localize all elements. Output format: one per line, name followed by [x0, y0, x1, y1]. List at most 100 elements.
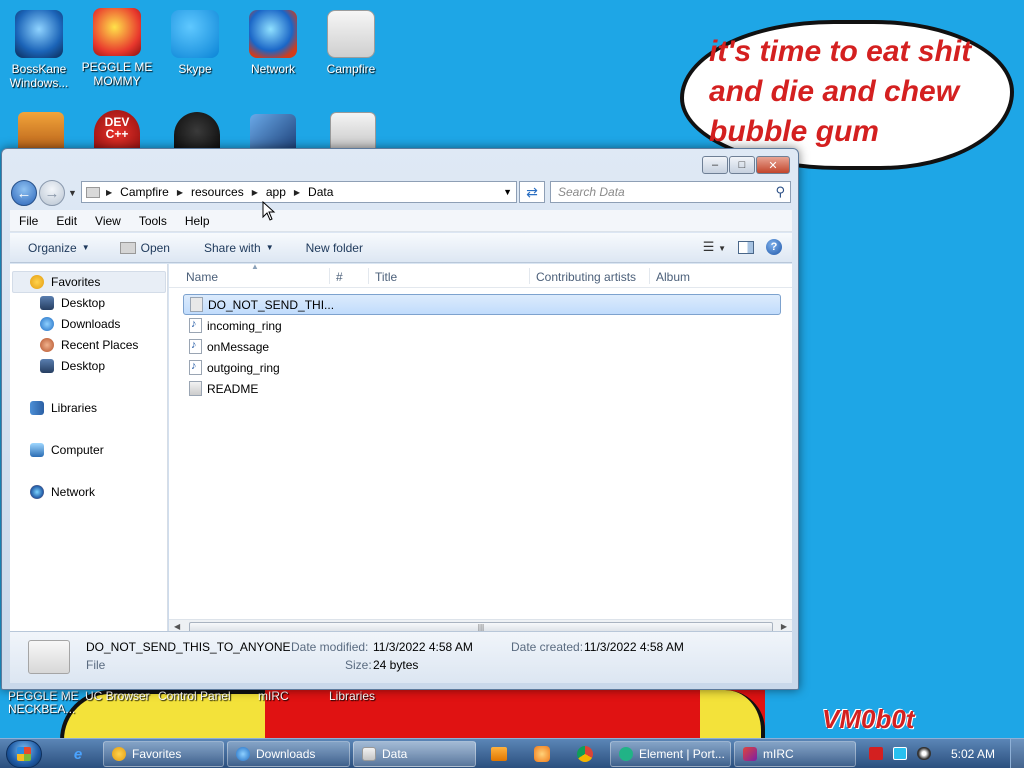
desktop-icon-skype[interactable]: Skype — [156, 10, 234, 76]
volume-tray-icon[interactable] — [917, 747, 931, 760]
column-contributing-artists[interactable]: Contributing artists — [536, 270, 636, 284]
flag-tray-icon[interactable] — [869, 747, 883, 760]
breadcrumb-resources[interactable]: resources — [191, 185, 244, 199]
desktop-icon-label[interactable]: UC Browser — [85, 690, 150, 703]
file-row[interactable]: DO_NOT_SEND_THI... — [183, 294, 781, 315]
recent-pages-dropdown[interactable]: ▼ — [68, 188, 77, 198]
file-row[interactable]: incoming_ring — [183, 315, 781, 336]
game-icon[interactable] — [18, 112, 64, 150]
monitor-icon[interactable] — [250, 114, 296, 152]
column-divider[interactable] — [529, 268, 530, 284]
column-divider[interactable] — [368, 268, 369, 284]
taskbar-label: mIRC — [763, 747, 794, 761]
display-tray-icon[interactable] — [893, 747, 907, 760]
taskbar-button-mirc[interactable]: mIRC — [734, 741, 856, 767]
chevron-right-icon[interactable]: ▶ — [294, 188, 300, 197]
desktop-icon-label[interactable]: Control Panel — [158, 690, 231, 703]
desktop-icon-label[interactable]: Libraries — [329, 690, 375, 703]
column-number[interactable]: # — [336, 270, 343, 284]
file-name: onMessage — [207, 339, 270, 354]
new-folder-button[interactable]: New folder — [284, 241, 373, 255]
chevron-right-icon[interactable]: ▶ — [252, 188, 258, 197]
desktop-icon-label[interactable]: mIRC — [258, 690, 289, 703]
close-button[interactable]: ✕ — [756, 156, 790, 174]
desktop-icon-bosskane[interactable]: BossKane Windows... — [0, 10, 78, 90]
dev-cpp-icon[interactable]: DEV C++ — [94, 110, 140, 148]
menu-edit[interactable]: Edit — [47, 214, 86, 228]
desktop-icon-label[interactable]: PEGGLE ME NECKBEA... — [8, 690, 79, 716]
nav-favorites[interactable]: Favorites — [30, 272, 100, 292]
help-icon[interactable]: ? — [766, 239, 782, 255]
column-name[interactable]: Name — [186, 270, 218, 284]
nav-desktop[interactable]: Desktop — [40, 293, 105, 313]
desktop-icon-label: Network — [250, 62, 295, 76]
maximize-button[interactable]: □ — [729, 156, 755, 174]
file-list: ▲ Name # Title Contributing artists Albu… — [169, 262, 792, 636]
column-divider[interactable] — [329, 268, 330, 284]
star-icon — [30, 275, 44, 289]
share-with-button[interactable]: Share with ▼ — [180, 241, 284, 255]
desktop-icon-label: PEGGLE ME MOMMY — [81, 60, 153, 88]
menu-help[interactable]: Help — [176, 214, 219, 228]
document-icon[interactable] — [330, 112, 376, 150]
media-player-icon[interactable] — [489, 744, 509, 764]
search-box[interactable]: ⚲ — [550, 181, 791, 203]
menu-file[interactable]: File — [10, 214, 47, 228]
file-row[interactable]: onMessage — [183, 336, 781, 357]
nav-network[interactable]: Network — [30, 482, 95, 502]
nav-computer[interactable]: Computer — [30, 440, 104, 460]
file-row[interactable]: README — [183, 378, 781, 399]
clock[interactable]: 5:02 AM — [951, 747, 995, 761]
address-bar[interactable]: ▶ Campfire ▶ resources ▶ app ▶ Data ▼ — [81, 181, 517, 203]
show-desktop-button[interactable] — [1010, 739, 1024, 768]
breadcrumb-campfire[interactable]: Campfire — [120, 185, 169, 199]
change-view-icon[interactable]: ☰ ▼ — [703, 239, 726, 255]
file-row[interactable]: outgoing_ring — [183, 357, 781, 378]
preview-pane-icon[interactable] — [738, 240, 754, 254]
menu-view[interactable]: View — [86, 214, 130, 228]
nav-recent-places[interactable]: Recent Places — [40, 335, 138, 355]
details-type: File — [86, 658, 106, 672]
file-thumbnail-icon — [28, 640, 70, 674]
breadcrumb-app[interactable]: app — [266, 185, 286, 199]
forward-button[interactable]: → — [39, 180, 65, 206]
open-label: Open — [140, 240, 170, 255]
back-button[interactable]: ← — [11, 180, 37, 206]
column-album[interactable]: Album — [656, 270, 690, 284]
taskbar-button-downloads[interactable]: Downloads — [227, 741, 350, 767]
menu-tools[interactable]: Tools — [130, 214, 176, 228]
refresh-button[interactable]: ⇄ — [519, 181, 545, 203]
chrome-icon[interactable] — [575, 744, 595, 764]
nav-downloads[interactable]: Downloads — [40, 314, 120, 334]
internet-explorer-icon[interactable]: e — [68, 744, 88, 764]
taskbar-button-favorites[interactable]: Favorites — [103, 741, 224, 767]
minimize-button[interactable]: – — [702, 156, 728, 174]
libraries-icon — [30, 401, 44, 415]
network-icon — [30, 485, 44, 499]
column-divider[interactable] — [649, 268, 650, 284]
taskbar-button-element[interactable]: Element | Port... — [610, 741, 731, 767]
search-icon[interactable]: ⚲ — [775, 184, 785, 200]
nav-libraries[interactable]: Libraries — [30, 398, 97, 418]
taskbar-button-data[interactable]: Data — [353, 741, 476, 767]
scroll-left-icon[interactable]: ◀ — [174, 622, 180, 631]
dark-app-icon[interactable] — [174, 112, 220, 150]
desktop-icon-label: Campfire — [326, 62, 376, 76]
chevron-right-icon[interactable]: ▶ — [177, 188, 183, 197]
chevron-down-icon[interactable]: ▼ — [503, 187, 512, 197]
taskbar: e Favorites Downloads Data Element | Por… — [0, 738, 1024, 768]
nav-desktop-2[interactable]: Desktop — [40, 356, 105, 376]
column-title[interactable]: Title — [375, 270, 397, 284]
scroll-right-icon[interactable]: ▶ — [781, 622, 787, 631]
breadcrumb-data[interactable]: Data — [308, 185, 333, 199]
desktop-icon-network[interactable]: Network — [234, 10, 312, 76]
uc-browser-icon[interactable] — [532, 744, 552, 764]
chevron-right-icon[interactable]: ▶ — [106, 188, 112, 197]
desktop-icon-campfire[interactable]: Campfire — [312, 10, 390, 76]
organize-button[interactable]: Organize ▼ — [10, 241, 100, 255]
open-button[interactable]: Open — [100, 241, 180, 255]
nav-label: Computer — [51, 443, 104, 457]
desktop-icon-peggle[interactable]: PEGGLE ME MOMMY — [78, 8, 156, 88]
search-input[interactable] — [551, 182, 761, 202]
start-button[interactable] — [6, 740, 42, 768]
